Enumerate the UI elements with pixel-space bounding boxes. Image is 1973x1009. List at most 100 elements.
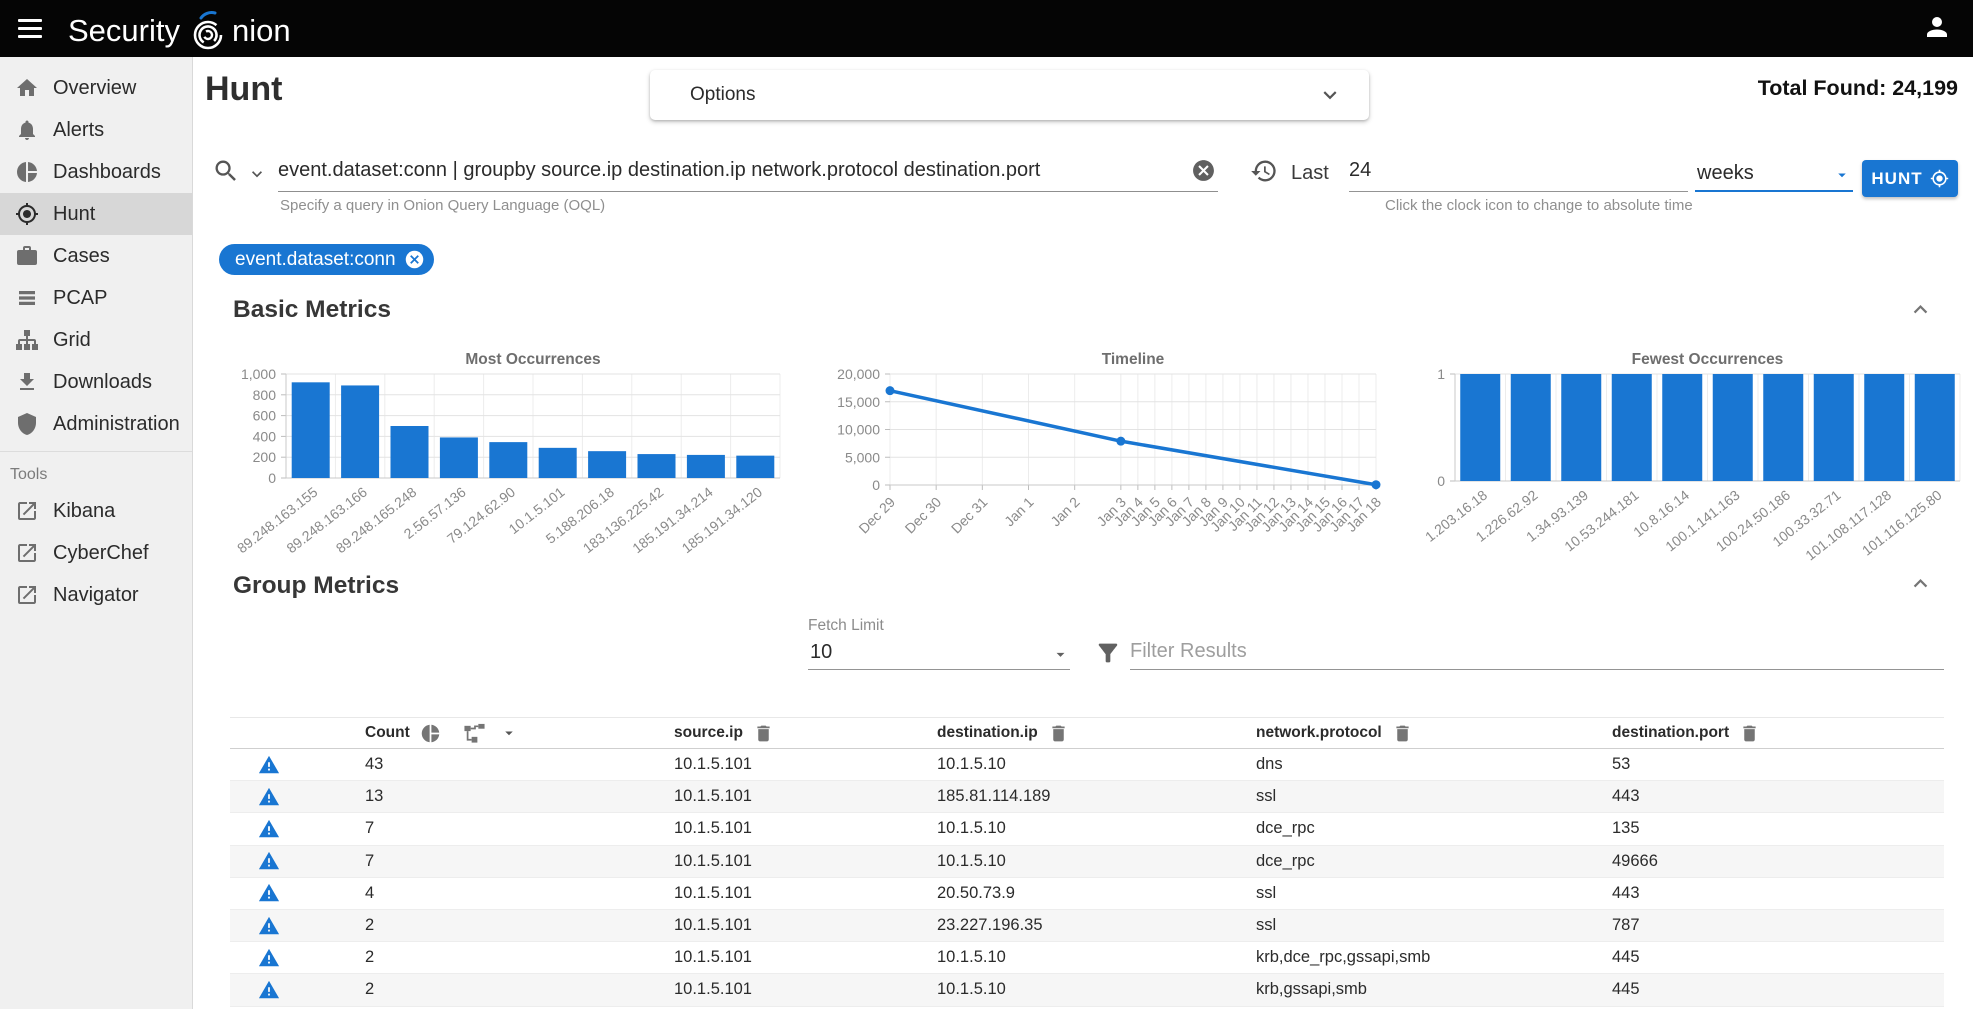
sidebar-item-hunt[interactable]: Hunt [0, 193, 192, 235]
fewest-occurrences-chart[interactable]: Fewest Occurrences011.203.16.181.226.62.… [1420, 348, 1970, 568]
sidebar-item-kibana[interactable]: Kibana [0, 490, 192, 532]
filter-results-input[interactable] [1130, 636, 1944, 666]
alert-triangle-icon[interactable] [258, 786, 280, 808]
cell-count: 7 [365, 819, 674, 838]
remove-column-trash-icon[interactable] [1392, 723, 1413, 744]
fetch-limit-label: Fetch Limit [808, 617, 884, 635]
open-in-new-icon [15, 499, 39, 523]
alert-triangle-icon[interactable] [258, 754, 280, 776]
sidebar-item-administration[interactable]: Administration [0, 403, 192, 445]
time-unit-select[interactable]: weeks [1695, 152, 1853, 192]
alert-triangle-icon[interactable] [258, 850, 280, 872]
svg-text:Most Occurrences: Most Occurrences [465, 351, 600, 368]
hunt-button[interactable]: HUNT [1862, 160, 1958, 197]
pie-chart-toggle-icon[interactable] [420, 723, 441, 744]
duration-input[interactable] [1349, 152, 1649, 188]
query-hint: Specify a query in Onion Query Language … [280, 197, 605, 214]
sidebar-item-pcap[interactable]: PCAP [0, 277, 192, 319]
sidebar-item-label: Hunt [53, 203, 95, 226]
sidebar-item-label: Dashboards [53, 161, 161, 184]
top-app-bar: Security nion [0, 0, 1973, 57]
chevron-up-icon [1907, 296, 1934, 323]
history-clock-icon[interactable] [1250, 157, 1278, 185]
table-row[interactable]: 410.1.5.10120.50.73.9ssl443 [230, 878, 1944, 910]
basic-metrics-collapse-button[interactable] [1905, 296, 1935, 326]
stream-lines-icon [15, 286, 39, 310]
remove-column-trash-icon[interactable] [753, 723, 774, 744]
open-in-new-icon [15, 541, 39, 565]
cell-source-ip: 10.1.5.101 [674, 755, 937, 774]
svg-text:800: 800 [253, 387, 277, 403]
alert-triangle-icon[interactable] [258, 818, 280, 840]
table-row[interactable]: 210.1.5.10110.1.5.10krb,dce_rpc,gssapi,s… [230, 942, 1944, 974]
alert-triangle-icon[interactable] [258, 979, 280, 1001]
cell-count: 2 [365, 980, 674, 999]
sidebar-item-alerts[interactable]: Alerts [0, 109, 192, 151]
cell-count: 43 [365, 755, 674, 774]
timeline-chart[interactable]: Timeline05,00010,00015,00020,000Dec 29De… [828, 348, 1393, 568]
remove-column-trash-icon[interactable] [1048, 723, 1069, 744]
cell-destination-ip: 23.227.196.35 [937, 916, 1256, 935]
sidebar-item-dashboards[interactable]: Dashboards [0, 151, 192, 193]
sidebar-item-downloads[interactable]: Downloads [0, 361, 192, 403]
brand-text-prefix: Security [68, 13, 180, 49]
sidebar-item-overview[interactable]: Overview [0, 67, 192, 109]
menu-toggle-icon[interactable] [8, 7, 52, 51]
query-input[interactable] [278, 152, 1173, 188]
svg-text:0: 0 [1437, 473, 1445, 489]
cell-source-ip: 10.1.5.101 [674, 884, 937, 903]
cell-count: 7 [365, 852, 674, 871]
alert-triangle-icon[interactable] [258, 947, 280, 969]
table-row[interactable]: 710.1.5.10110.1.5.10dce_rpc135 [230, 813, 1944, 845]
cell-destination-port: 53 [1612, 755, 1944, 774]
svg-text:1: 1 [1437, 366, 1445, 382]
sidebar-item-cyberchef[interactable]: CyberChef [0, 532, 192, 574]
sidebar-item-label: Grid [53, 329, 91, 352]
fetch-limit-select[interactable]: 10 [808, 638, 1070, 670]
most-occurrences-chart[interactable]: Most Occurrences02004006008001,00089.248… [228, 348, 793, 568]
cell-destination-ip: 20.50.73.9 [937, 884, 1256, 903]
sidebar-item-cases[interactable]: Cases [0, 235, 192, 277]
sidebar-item-navigator[interactable]: Navigator [0, 574, 192, 616]
filter-results-field [1130, 636, 1944, 670]
sankey-chart-toggle-icon[interactable] [463, 722, 486, 745]
filter-chip-label: event.dataset:conn [235, 249, 396, 271]
table-row[interactable]: 210.1.5.10110.1.5.10krb,gssapi,smb445 [230, 974, 1944, 1006]
sidebar-item-label: Navigator [53, 584, 139, 607]
download-icon [15, 370, 39, 394]
table-row[interactable]: 4310.1.5.10110.1.5.10dns53 [230, 749, 1944, 781]
cell-count: 13 [365, 787, 674, 806]
chip-close-icon[interactable] [404, 249, 425, 270]
svg-text:20,000: 20,000 [837, 366, 880, 382]
clear-query-icon[interactable] [1191, 158, 1216, 183]
chart-options-caret-icon[interactable] [500, 724, 518, 742]
alert-triangle-icon[interactable] [258, 915, 280, 937]
column-header-network-protocol: network.protocol [1256, 723, 1612, 744]
query-field [278, 152, 1218, 192]
filter-chip[interactable]: event.dataset:conn [219, 244, 434, 275]
sidebar-item-grid[interactable]: Grid [0, 319, 192, 361]
group-metrics-table: Count source.ip [230, 717, 1944, 1007]
table-row[interactable]: 710.1.5.10110.1.5.10dce_rpc49666 [230, 846, 1944, 878]
sidebar-item-label: Overview [53, 77, 136, 100]
remove-column-trash-icon[interactable] [1739, 723, 1760, 744]
chevron-up-icon [1907, 570, 1934, 597]
user-menu-button[interactable] [1915, 7, 1959, 51]
onion-logo-icon [186, 9, 230, 55]
cell-count: 2 [365, 916, 674, 935]
cell-source-ip: 10.1.5.101 [674, 980, 937, 999]
table-row[interactable]: 210.1.5.10123.227.196.35ssl787 [230, 910, 1944, 942]
sidebar-item-label: Cases [53, 245, 110, 268]
query-history-chevron-icon[interactable] [247, 164, 267, 184]
svg-text:Timeline: Timeline [1102, 351, 1165, 368]
cell-network-protocol: ssl [1256, 916, 1612, 935]
svg-text:101.108.117.128: 101.108.117.128 [1802, 487, 1894, 564]
alert-triangle-icon[interactable] [258, 882, 280, 904]
options-label: Options [690, 84, 755, 106]
time-unit-value: weeks [1697, 162, 1754, 185]
group-metrics-collapse-button[interactable] [1905, 570, 1935, 600]
total-found-label: Total Found: [1758, 76, 1887, 100]
svg-text:200: 200 [253, 449, 277, 465]
options-panel[interactable]: Options [650, 70, 1369, 120]
table-row[interactable]: 1310.1.5.101185.81.114.189ssl443 [230, 781, 1944, 813]
